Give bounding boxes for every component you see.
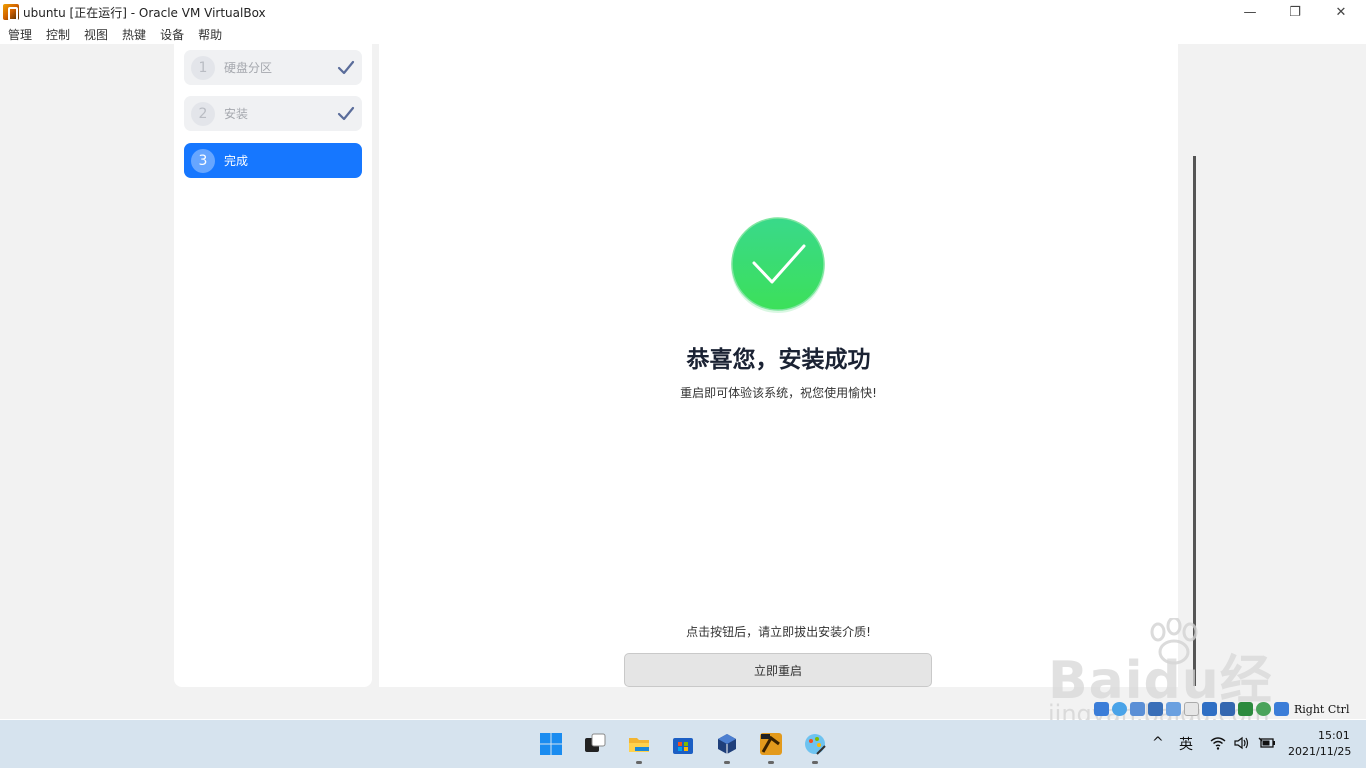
video-capture-icon[interactable] <box>1220 702 1235 716</box>
step-number: 1 <box>191 55 215 80</box>
running-indicator <box>812 761 818 764</box>
usb-icon[interactable] <box>1166 702 1181 716</box>
tray-overflow-chevron-icon[interactable]: ^ <box>1152 735 1164 751</box>
vm-display-area[interactable]: 1 硬盘分区 2 安装 3 完成 恭喜您，安装成功 重启即可体验该系统，祝您使用… <box>0 44 1366 719</box>
checkmark-icon <box>337 60 355 74</box>
hard-disk-icon[interactable] <box>1094 702 1109 716</box>
menu-control[interactable]: 控制 <box>46 26 70 43</box>
microsoft-store-icon[interactable] <box>671 732 695 756</box>
success-title: 恭喜您，安装成功 <box>686 347 871 373</box>
step-label: 完成 <box>224 154 249 168</box>
battery-icon[interactable] <box>1258 736 1276 750</box>
step-disk-partition[interactable]: 1 硬盘分区 <box>184 50 362 85</box>
guest-additions-icon[interactable] <box>1256 702 1271 716</box>
window-title-bar: ubuntu [正在运行] - Oracle VM VirtualBox — ❐… <box>0 0 1366 24</box>
host-key-label: Right Ctrl <box>1294 702 1350 716</box>
vbox-status-bar: Right Ctrl <box>1094 701 1349 717</box>
menu-hotkeys[interactable]: 热键 <box>122 26 146 43</box>
virtualbox-icon[interactable] <box>715 732 739 756</box>
success-check-icon <box>731 217 825 313</box>
menu-devices[interactable]: 设备 <box>160 26 184 43</box>
vm-status-icon[interactable] <box>1238 702 1253 716</box>
minimize-button[interactable]: — <box>1227 0 1273 24</box>
window-title: ubuntu [正在运行] - Oracle VM VirtualBox <box>23 5 266 20</box>
keyboard-capture-icon[interactable] <box>1274 702 1289 716</box>
menu-manage[interactable]: 管理 <box>8 26 32 43</box>
shared-folders-icon[interactable] <box>1184 702 1199 716</box>
close-button[interactable]: ✕ <box>1318 0 1364 24</box>
display-icon[interactable] <box>1202 702 1217 716</box>
step-number: 3 <box>191 148 215 173</box>
task-view-icon[interactable] <box>583 732 607 756</box>
eject-media-hint: 点击按钮后，请立即拔出安装介质! <box>686 625 871 639</box>
audio-icon[interactable] <box>1130 702 1145 716</box>
optical-drive-icon[interactable] <box>1112 702 1127 716</box>
paint-icon[interactable] <box>803 732 827 756</box>
running-indicator <box>724 761 730 764</box>
taskbar-clock-date[interactable]: 2021/11/25 <box>1288 745 1351 758</box>
step-label: 硬盘分区 <box>224 61 273 75</box>
menu-help[interactable]: 帮助 <box>198 26 222 43</box>
running-indicator <box>636 761 642 764</box>
installer-main-panel: 恭喜您，安装成功 重启即可体验该系统，祝您使用愉快! 点击按钮后，请立即拔出安装… <box>379 44 1178 687</box>
menubar: 管理 控制 视图 热键 设备 帮助 <box>0 24 1366 44</box>
installer-step-sidebar: 1 硬盘分区 2 安装 3 完成 <box>174 44 372 687</box>
step-finish[interactable]: 3 完成 <box>184 143 362 178</box>
taskbar-clock-time[interactable]: 15:01 <box>1318 729 1350 742</box>
step-label: 安装 <box>224 107 249 121</box>
restart-now-button[interactable]: 立即重启 <box>624 653 932 687</box>
running-indicator <box>768 761 774 764</box>
windows-start-icon[interactable] <box>539 732 563 756</box>
windows-taskbar: ^ 英 <box>0 720 1366 768</box>
menu-view[interactable]: 视图 <box>84 26 108 43</box>
network-icon[interactable] <box>1148 702 1163 716</box>
step-install[interactable]: 2 安装 <box>184 96 362 131</box>
file-explorer-icon[interactable] <box>627 732 651 756</box>
volume-icon[interactable] <box>1234 736 1250 750</box>
step-number: 2 <box>191 101 215 126</box>
virtualbox-vm-icon[interactable] <box>759 732 783 756</box>
virtualbox-app-icon <box>3 4 19 21</box>
ime-indicator[interactable]: 英 <box>1179 734 1193 754</box>
guest-scrollbar[interactable] <box>1193 156 1196 686</box>
maximize-button[interactable]: ❐ <box>1272 0 1318 24</box>
checkmark-icon <box>337 106 355 120</box>
guest-screen: 1 硬盘分区 2 安装 3 完成 恭喜您，安装成功 重启即可体验该系统，祝您使用… <box>163 44 1188 697</box>
wifi-icon[interactable] <box>1210 736 1226 750</box>
success-subtitle: 重启即可体验该系统，祝您使用愉快! <box>680 386 877 400</box>
